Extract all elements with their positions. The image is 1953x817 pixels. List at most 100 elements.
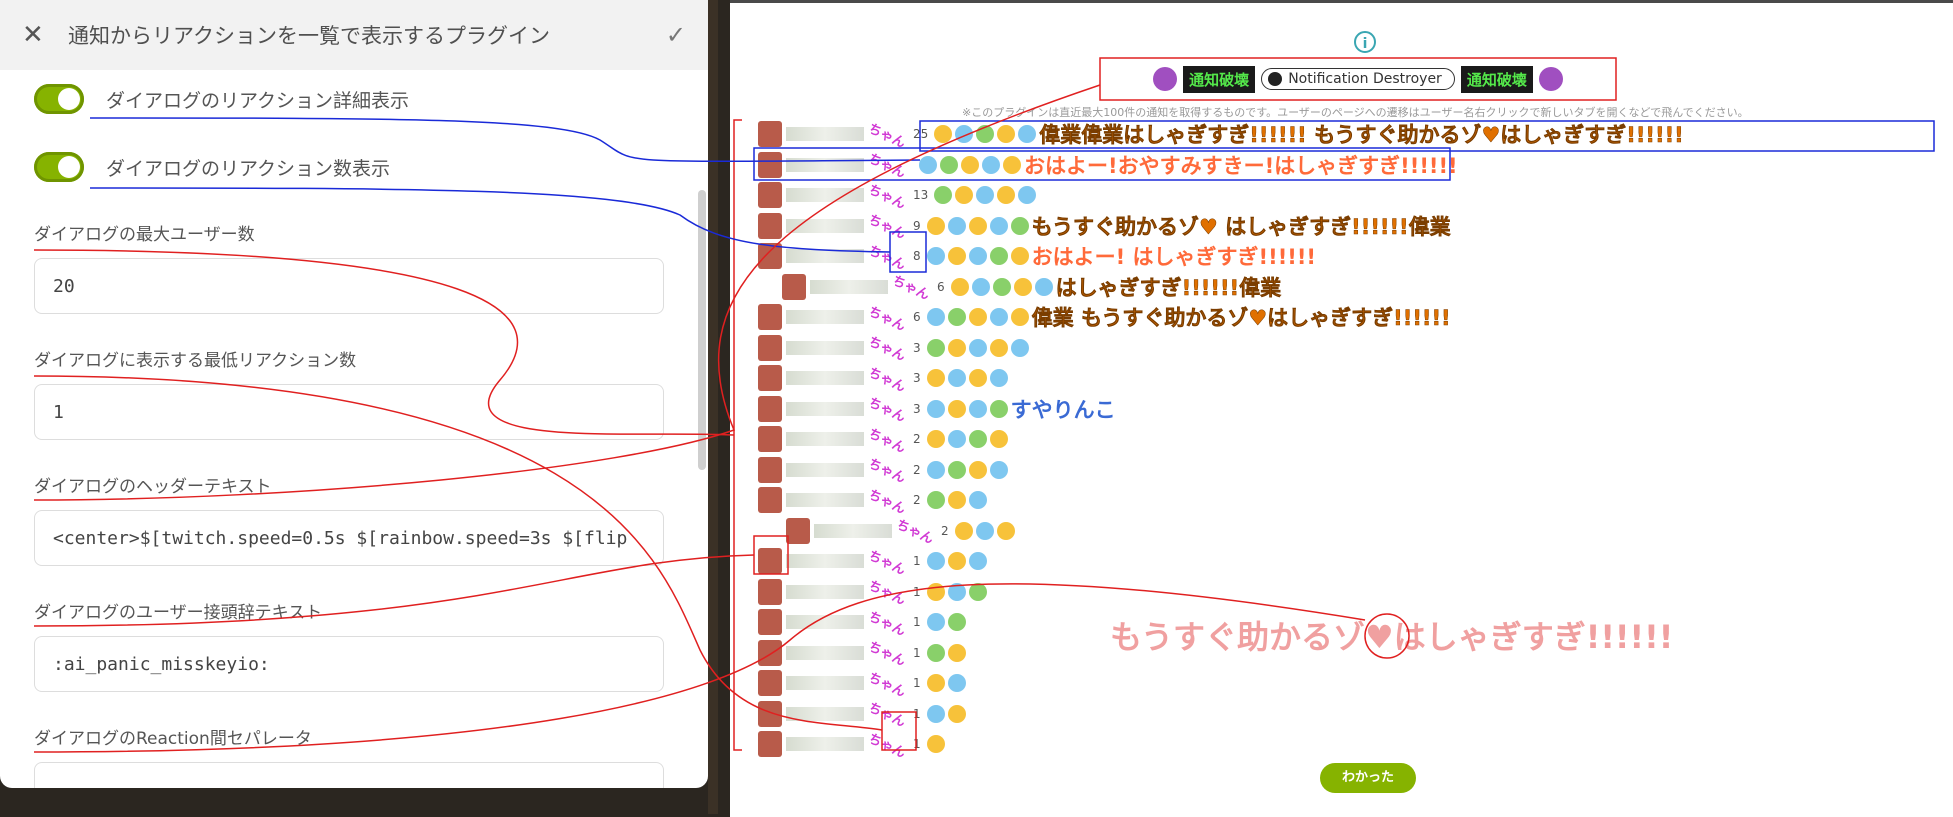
user-avatar[interactable] [758, 548, 782, 574]
close-icon[interactable]: ✕ [22, 20, 58, 50]
user-name-blurred[interactable] [786, 127, 864, 141]
toggle-row-count[interactable]: ダイアログのリアクション数表示 [34, 152, 390, 182]
panel-scrollbar[interactable] [698, 190, 706, 470]
reaction-user-row[interactable]: ちゃん 1 [758, 669, 969, 700]
user-name-blurred[interactable] [786, 310, 864, 324]
user-name-blurred[interactable] [786, 432, 864, 446]
confirm-check-icon[interactable]: ✓ [666, 21, 686, 49]
user-avatar[interactable] [758, 121, 782, 147]
user-name-blurred[interactable] [786, 645, 864, 660]
reaction-emoji-icon [926, 613, 945, 631]
user-name-blurred[interactable] [786, 676, 864, 690]
user-suffix: ちゃん [865, 395, 908, 426]
user-avatar[interactable] [758, 212, 782, 239]
reaction-count-toggle[interactable] [34, 152, 84, 182]
user-suffix: ちゃん [865, 151, 908, 182]
user-suffix: ちゃん [865, 242, 908, 273]
user-avatar[interactable] [758, 243, 782, 269]
reaction-emoji-icon [1018, 125, 1037, 143]
reaction-user-row[interactable]: ちゃん 2 [758, 486, 990, 517]
user-name-blurred[interactable] [786, 737, 864, 751]
reaction-user-row[interactable]: ちゃん 9 もうすぐ助かるゾ♥ はしゃぎすぎ!!!!!!偉業 [758, 212, 1451, 242]
reaction-user-row[interactable]: ちゃん 2 [758, 425, 1011, 456]
big-reaction-preview: もうすぐ助かるゾ♥はしゃぎすぎ!!!!!! [1110, 612, 1673, 658]
user-name-blurred[interactable] [786, 493, 864, 507]
user-avatar[interactable] [782, 273, 806, 300]
user-name-blurred[interactable] [786, 249, 864, 263]
user-avatar[interactable] [758, 456, 782, 483]
reaction-user-row[interactable]: ちゃん 3 [758, 364, 1011, 395]
user-name-blurred[interactable] [786, 371, 864, 385]
reaction-text: おはよー! はしゃぎすぎ!!!!!! [1031, 245, 1317, 269]
user-avatar[interactable] [758, 700, 782, 727]
user-avatar[interactable] [758, 639, 782, 666]
user-avatar[interactable] [758, 182, 782, 208]
user-avatar[interactable] [758, 731, 782, 757]
reaction-emoji-icon [992, 277, 1011, 296]
reaction-user-row[interactable]: ちゃん 8 おはよー! はしゃぎすぎ!!!!!! [758, 242, 1317, 273]
reaction-count: 1 [913, 554, 921, 568]
reaction-user-row[interactable]: ちゃん 1 [758, 547, 990, 578]
reaction-detail-toggle[interactable] [34, 84, 84, 114]
reaction-text: 偉業 もうすぐ助かるゾ♥はしゃぎすぎ!!!!!! [1031, 306, 1451, 331]
user-avatar[interactable] [758, 487, 782, 513]
header-text-input[interactable]: <center>$[twitch.speed=0.5s $[rainbow.sp… [34, 510, 664, 566]
user-prefix-input[interactable]: :ai_panic_misskeyio: [34, 636, 664, 692]
reaction-user-row[interactable]: ちゃん 1 [758, 639, 969, 669]
reaction-user-row[interactable]: ちゃん 2 [786, 517, 1018, 548]
reaction-user-row[interactable]: ちゃん 2 [758, 456, 1011, 486]
toggle-row-detail[interactable]: ダイアログのリアクション詳細表示 [34, 84, 409, 114]
user-name-blurred[interactable] [786, 157, 864, 172]
separator-input[interactable] [34, 762, 664, 788]
header-pill: Notification Destroyer [1261, 68, 1455, 90]
info-icon[interactable]: i [1354, 31, 1376, 53]
user-name-blurred[interactable] [786, 462, 864, 477]
reaction-emoji-icon [947, 643, 966, 662]
user-name-blurred[interactable] [786, 218, 864, 233]
reaction-count: 1 [913, 676, 921, 690]
max-users-input[interactable]: 20 [34, 258, 664, 314]
user-avatar[interactable] [758, 578, 782, 605]
user-avatar[interactable] [758, 426, 782, 452]
user-avatar[interactable] [786, 517, 810, 544]
user-name-blurred[interactable] [810, 279, 888, 294]
user-name-blurred[interactable] [786, 554, 864, 568]
reaction-user-row[interactable]: ちゃん 1 [758, 700, 969, 730]
panel-header: ✕ 通知からリアクションを一覧で表示するプラグイン ✓ [0, 0, 708, 70]
reaction-user-row[interactable]: ちゃん 1 [758, 578, 990, 608]
reaction-emoji-icon [996, 521, 1015, 540]
user-name-blurred[interactable] [786, 340, 864, 355]
user-avatar[interactable] [758, 334, 782, 361]
user-avatar[interactable] [758, 304, 782, 330]
reaction-count: 2 [913, 432, 921, 446]
reaction-emoji-icon [976, 186, 995, 204]
user-name-blurred[interactable] [786, 615, 864, 629]
user-name-blurred[interactable] [786, 706, 864, 721]
user-avatar[interactable] [758, 365, 782, 391]
reaction-emoji-icon [947, 582, 966, 601]
ok-button[interactable]: わかった [1320, 763, 1416, 793]
emoji-face-icon [1538, 67, 1563, 91]
user-name-blurred[interactable] [786, 188, 864, 202]
user-name-blurred[interactable] [814, 523, 892, 538]
reaction-emoji-icon [968, 247, 987, 265]
reaction-user-row[interactable]: ちゃん おはよー!おやすみすきー!はしゃぎすぎ!!!!!! [758, 151, 1458, 182]
user-suffix: ちゃん [865, 669, 908, 700]
user-name-blurred[interactable] [786, 401, 864, 416]
reaction-emoji-icon [947, 491, 966, 509]
reaction-user-row[interactable]: ちゃん 1 [758, 608, 969, 639]
min-reactions-input[interactable]: 1 [34, 384, 664, 440]
user-suffix: ちゃん [893, 517, 936, 548]
user-avatar[interactable] [758, 151, 782, 178]
user-avatar[interactable] [758, 395, 782, 422]
user-name-blurred[interactable] [786, 584, 864, 599]
reaction-user-row[interactable]: ちゃん 3 すやりんこ [758, 395, 1116, 426]
reaction-user-row[interactable]: ちゃん 6 偉業 もうすぐ助かるゾ♥はしゃぎすぎ!!!!!! [758, 303, 1451, 334]
user-avatar[interactable] [758, 670, 782, 696]
user-avatar[interactable] [758, 609, 782, 635]
reaction-user-row[interactable]: ちゃん 3 [758, 334, 1032, 364]
reaction-user-row[interactable]: ちゃん 1 [758, 730, 948, 761]
reaction-user-row[interactable]: ちゃん 13 [758, 181, 1039, 212]
reaction-user-row[interactable]: ちゃん 6 はしゃぎすぎ!!!!!!偉業 [782, 273, 1281, 303]
reaction-user-row[interactable]: ちゃん 25 偉業偉業はしゃぎすぎ!!!!!! もうすぐ助かるゾ♥はしゃぎすぎ!!!… [758, 120, 1684, 151]
